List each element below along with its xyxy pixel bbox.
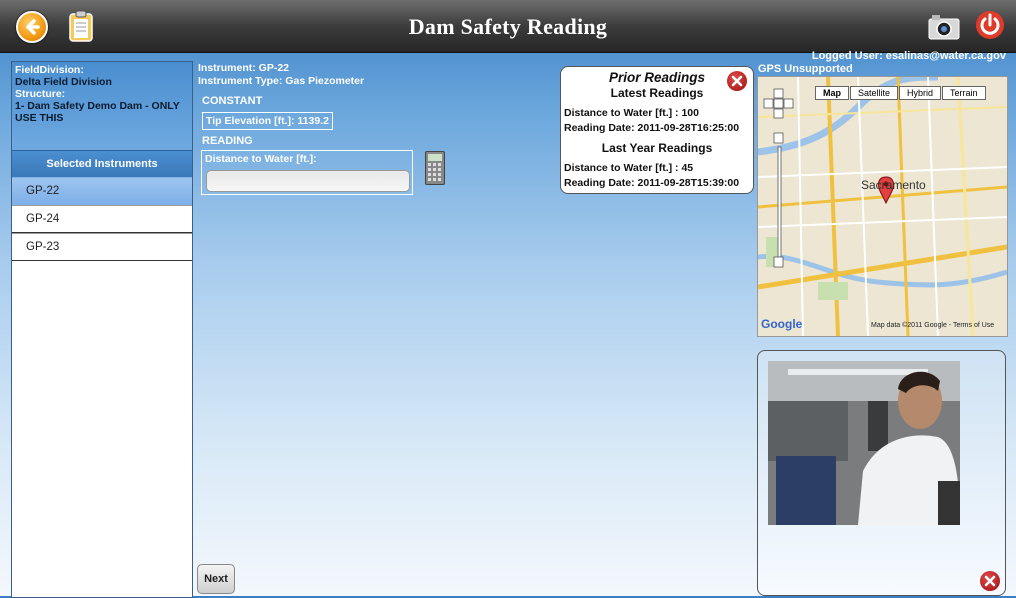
latest-readings-header: Latest Readings [610, 86, 704, 100]
calculator-icon[interactable] [425, 151, 445, 185]
latest-date: Reading Date: 2011-09-28T16:25:00 [564, 122, 740, 134]
map-type-bar: Map Satellite Hybrid Terrain [815, 86, 987, 100]
map-type-terrain[interactable]: Terrain [942, 86, 986, 100]
selected-instruments-header: Selected Instruments [12, 150, 192, 177]
top-bar: Dam Safety Reading [0, 0, 1016, 53]
page-title: Dam Safety Reading [408, 14, 608, 39]
reading-header: READING [202, 135, 253, 147]
camera-panel [757, 350, 1006, 596]
distance-label: Distance to Water [ft.]: [205, 153, 317, 165]
instrument-name: Instrument: GP-22 [198, 62, 290, 74]
instrument-info: Instrument: GP-22 Instrument Type: Gas P… [198, 62, 364, 88]
field-division-label: FieldDivision: [15, 64, 84, 76]
last-year-distance: Distance to Water [ft.] : 45 [564, 162, 694, 174]
last-year-date: Reading Date: 2011-09-28T15:39:00 [564, 177, 740, 189]
camera-preview [768, 361, 960, 525]
latest-distance: Distance to Water [ft.] : 100 [564, 107, 699, 119]
sidebar-item-gp-22[interactable]: GP-22 [12, 177, 192, 205]
sidebar: FieldDivision: Delta Field Division Stru… [11, 61, 193, 598]
structure-value: 1- Dam Safety Demo Dam - ONLY USE THIS [15, 100, 180, 124]
google-logo: Google [761, 317, 803, 331]
map-type-hybrid[interactable]: Hybrid [899, 86, 942, 100]
field-division-value: Delta Field Division [15, 76, 112, 88]
structure-label: Structure: [15, 88, 66, 100]
map-city-label: Sacramento [861, 178, 926, 192]
map-view[interactable]: Map Satellite Hybrid Terrain Sacramento … [757, 76, 1008, 337]
distance-input[interactable] [206, 170, 410, 192]
map-streets [758, 77, 1007, 336]
next-button[interactable]: Next [197, 564, 235, 594]
last-year-header: Last Year Readings [601, 141, 713, 155]
close-icon[interactable] [980, 571, 1000, 591]
map-type-map[interactable]: Map [815, 86, 849, 100]
distance-field-box: Distance to Water [ft.]: [201, 150, 413, 195]
instrument-type: Instrument Type: Gas Piezometer [198, 75, 365, 87]
power-icon[interactable] [975, 10, 1005, 40]
sidebar-item-gp-24[interactable]: GP-24 [12, 205, 192, 233]
constant-header: CONSTANT [202, 95, 263, 107]
tip-elevation: Tip Elevation [ft.]: 1139.2 [202, 112, 333, 130]
sidebar-info: FieldDivision: Delta Field Division Stru… [12, 62, 192, 150]
sidebar-item-gp-23[interactable]: GP-23 [12, 233, 192, 261]
prior-readings-title: Prior Readings [608, 70, 706, 85]
prior-readings-panel: Prior Readings Latest Readings Distance … [560, 66, 754, 194]
map-type-satellite[interactable]: Satellite [850, 86, 899, 100]
logged-user: Logged User: esalinas@water.ca.gov [811, 50, 1006, 62]
gps-status: GPS Unsupported [758, 63, 853, 75]
camera-icon[interactable] [928, 14, 960, 40]
map-attribution[interactable]: Map data ©2011 Google - Terms of Use [871, 322, 994, 329]
